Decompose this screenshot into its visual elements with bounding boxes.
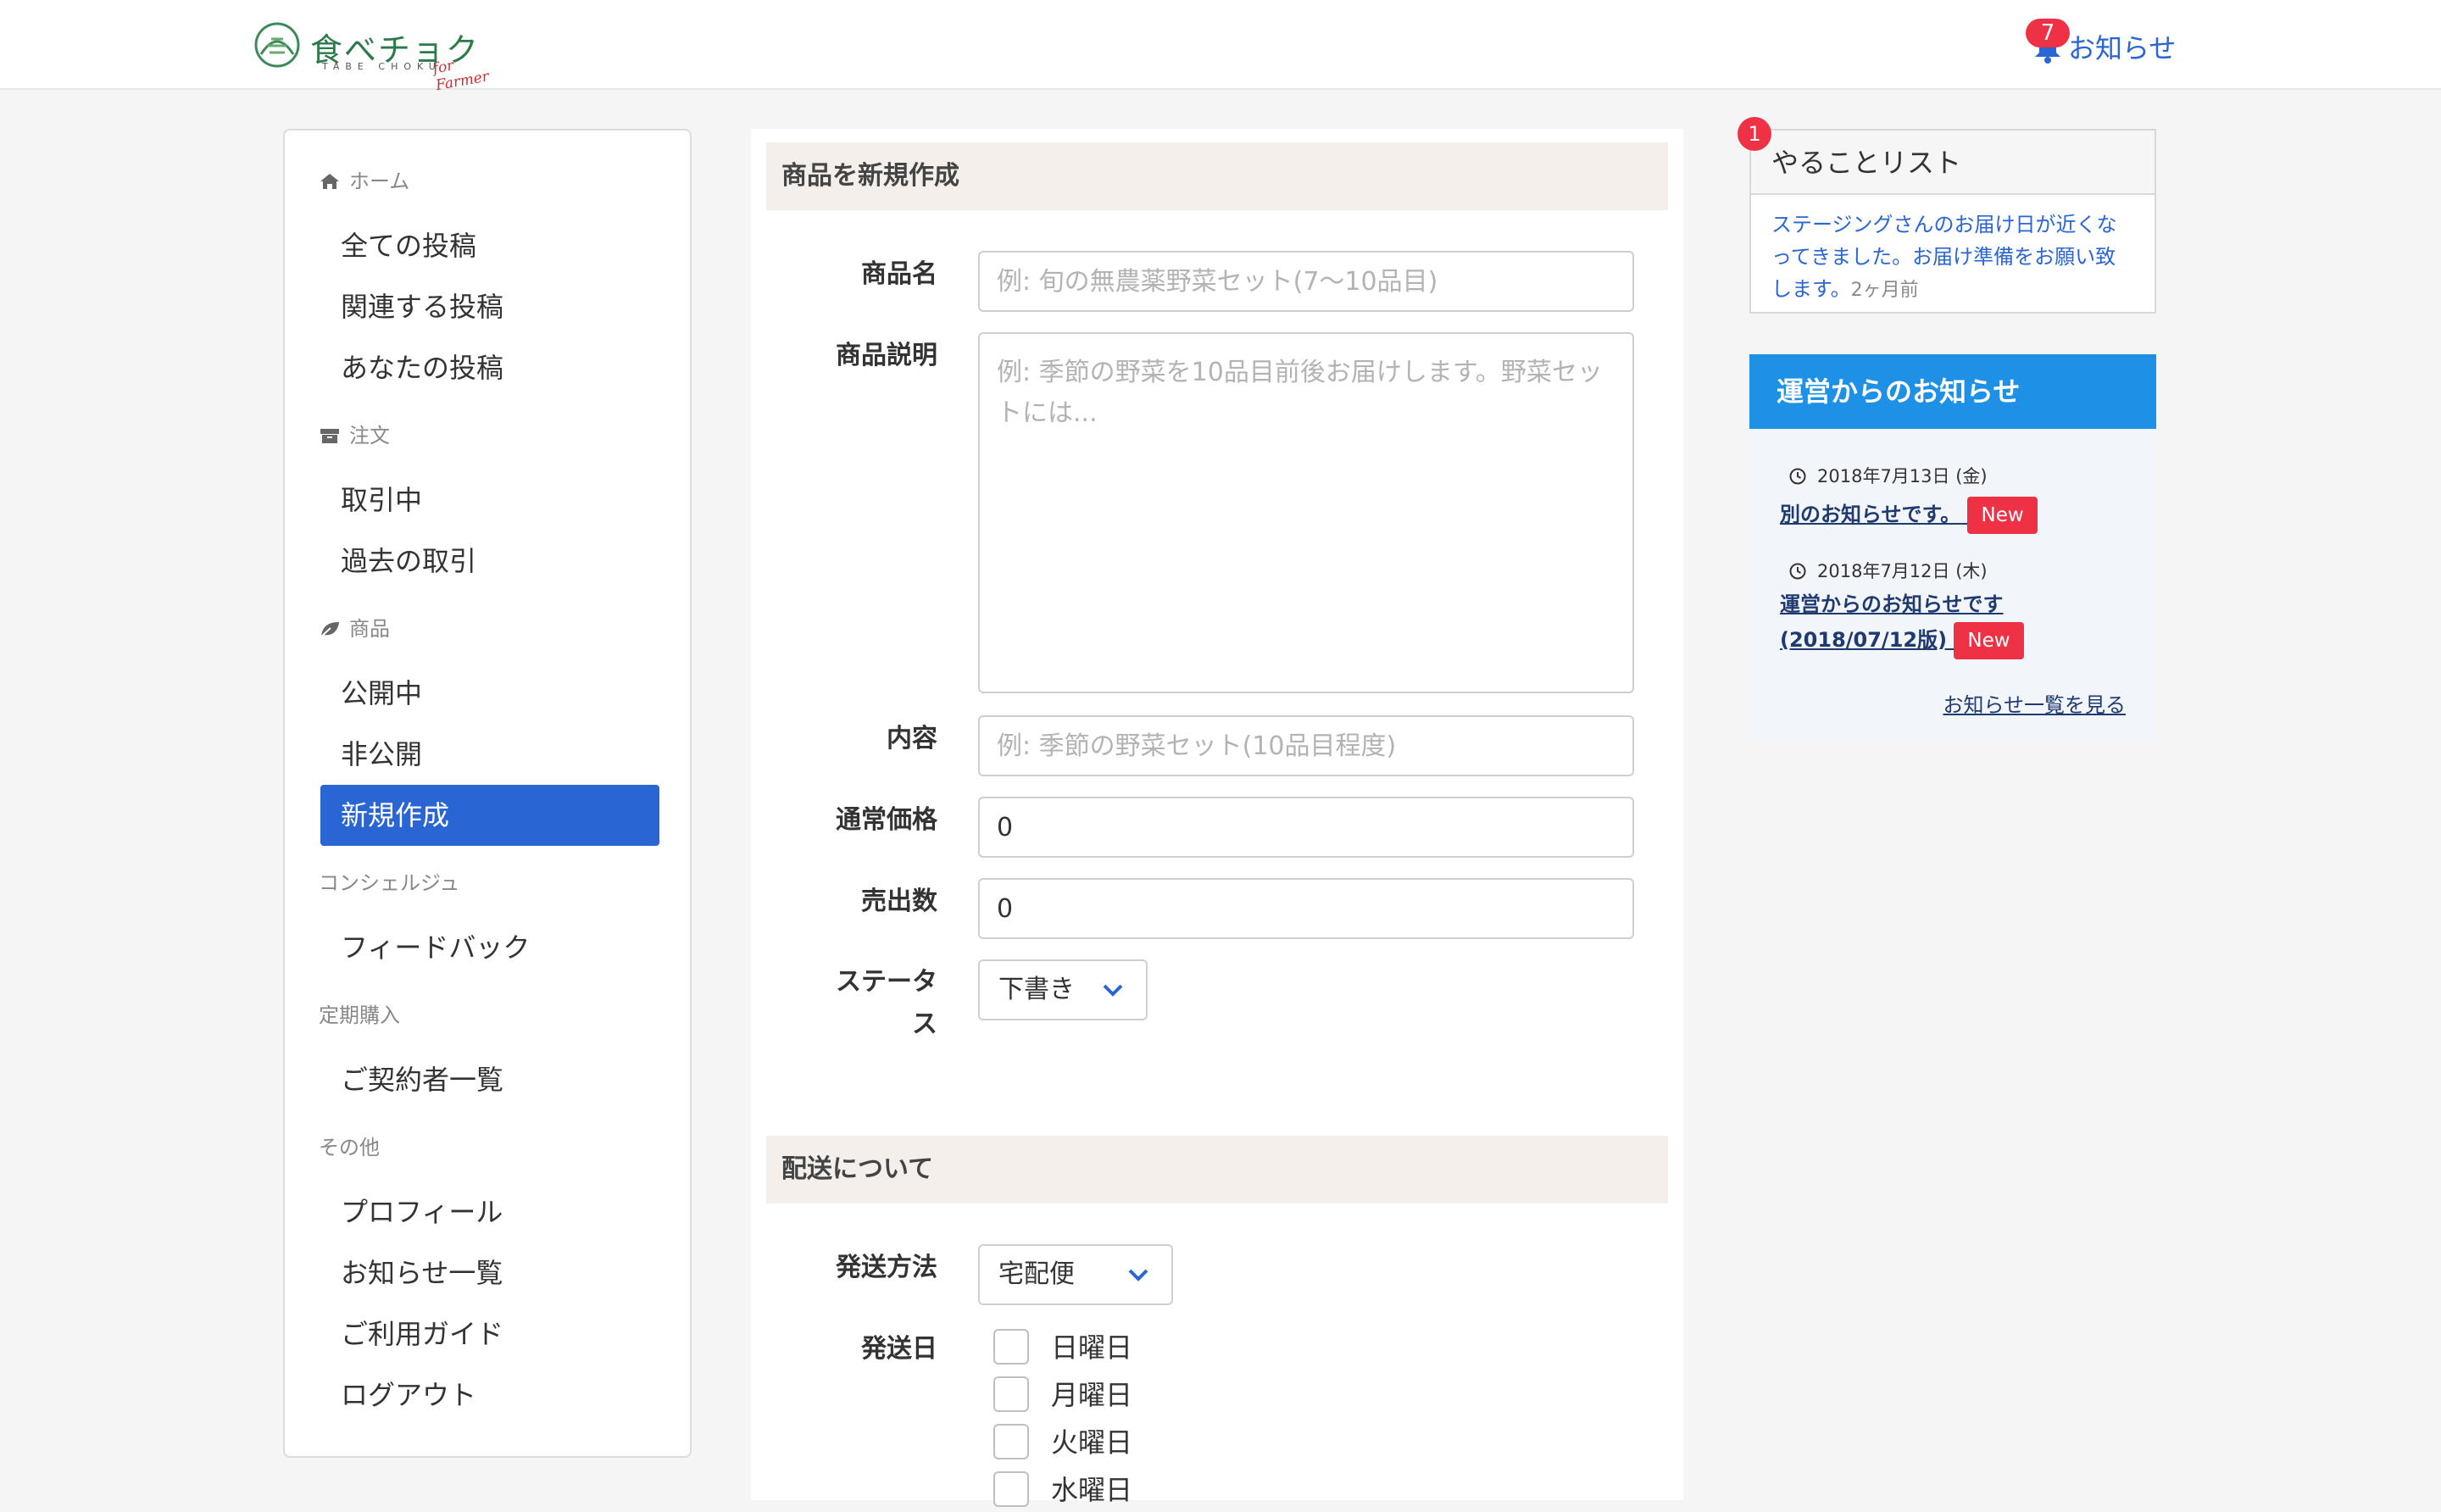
news-title: 運営からのお知らせ bbox=[1749, 354, 2156, 429]
notifications-label: お知らせ bbox=[2068, 32, 2177, 64]
news-date: 2018年7月12日 (木) bbox=[1788, 558, 1988, 583]
stock-count-label: 売出数 bbox=[861, 887, 937, 916]
product-description-textarea[interactable] bbox=[978, 332, 1634, 693]
checkbox[interactable] bbox=[993, 1471, 1029, 1507]
status-label: ステータス bbox=[836, 967, 937, 1039]
shipping-method-select[interactable]: 宅配便 bbox=[978, 1244, 1173, 1305]
logo-text-en: TABE CHOKU bbox=[322, 61, 442, 72]
sidebar-item-published[interactable]: 公開中 bbox=[320, 663, 659, 724]
sidebar-section-order: 注文 bbox=[319, 419, 390, 448]
sidebar-item-all-posts[interactable]: 全ての投稿 bbox=[320, 215, 659, 276]
box-icon bbox=[320, 429, 339, 443]
sidebar-section-other: その他 bbox=[319, 1136, 380, 1159]
notifications-count-badge: 7 bbox=[2026, 19, 2070, 47]
sidebar-item-past[interactable]: 過去の取引 bbox=[320, 531, 659, 592]
news-item-link[interactable]: 別のお知らせです。 New bbox=[1780, 497, 2102, 534]
chevron-down-icon bbox=[1103, 984, 1123, 997]
checkbox-label: 水曜日 bbox=[1051, 1474, 1133, 1506]
home-icon bbox=[320, 174, 339, 189]
section-title-shipping: 配送について bbox=[766, 1136, 1668, 1203]
checkbox[interactable] bbox=[993, 1376, 1029, 1412]
top-header: 食べチョク TABE CHOKU for Farmer 7 お知らせ bbox=[0, 0, 2441, 94]
clock-icon bbox=[1789, 468, 1806, 485]
sidebar-item-profile[interactable]: プロフィール bbox=[320, 1181, 659, 1242]
news-date-text: 2018年7月12日 (木) bbox=[1817, 561, 1988, 581]
sidebar-section-concierge: コンシェルジュ bbox=[319, 871, 460, 895]
sidebar-section-label: ホーム bbox=[349, 170, 410, 193]
todo-message[interactable]: ステージングさんのお届け日が近くなってきました。お届け準備をお願い致します。 bbox=[1771, 213, 2117, 301]
todo-list-card: やることリスト 1 ステージングさんのお届け日が近くなってきました。お届け準備を… bbox=[1738, 117, 2156, 314]
todo-count-badge: 1 bbox=[1738, 117, 1771, 151]
notifications-button[interactable]: 7 お知らせ bbox=[2026, 19, 2187, 69]
sidebar-section-label: 注文 bbox=[349, 424, 390, 447]
sidebar-item-related-posts[interactable]: 関連する投稿 bbox=[320, 276, 659, 337]
product-name-label: 商品名 bbox=[861, 259, 937, 289]
product-description-label: 商品説明 bbox=[836, 341, 937, 370]
sidebar-section-product: 商品 bbox=[319, 612, 390, 642]
sidebar-item-logout[interactable]: ログアウト bbox=[320, 1365, 659, 1426]
product-form-panel: 商品を新規作成 商品名 商品説明 内容 通常価格 売出数 ステータス 下書き 配… bbox=[751, 129, 1683, 1507]
todo-time: 2ヶ月前 bbox=[1850, 280, 1919, 301]
sidebar-nav: ホーム 全ての投稿 関連する投稿 あなたの投稿 注文 取引中 過去の取引 商品 … bbox=[283, 129, 692, 1458]
regular-price-label: 通常価格 bbox=[836, 805, 937, 835]
checkbox[interactable] bbox=[993, 1329, 1029, 1365]
regular-price-input[interactable] bbox=[978, 797, 1634, 858]
shipping-day-label: 発送日 bbox=[861, 1334, 937, 1364]
sidebar-section-label: 商品 bbox=[349, 617, 390, 641]
leaf-icon bbox=[320, 622, 339, 638]
clock-icon bbox=[1789, 563, 1806, 580]
checkbox-label: 日曜日 bbox=[1051, 1331, 1133, 1364]
sidebar-item-notices[interactable]: お知らせ一覧 bbox=[320, 1242, 659, 1304]
status-select[interactable]: 下書き bbox=[978, 959, 1148, 1020]
news-item-title[interactable]: 別のお知らせです。 bbox=[1780, 503, 1960, 526]
checkbox-label: 月曜日 bbox=[1051, 1379, 1133, 1411]
news-date: 2018年7月13日 (金) bbox=[1788, 463, 1988, 488]
news-list-link[interactable]: お知らせ一覧を見る bbox=[1943, 688, 2126, 718]
stock-count-input[interactable] bbox=[978, 878, 1634, 939]
todo-item[interactable]: ステージングさんのお届け日が近くなってきました。お届け準備をお願い致します。2ヶ… bbox=[1771, 208, 2136, 307]
content-label: 内容 bbox=[887, 724, 937, 753]
chevron-down-icon bbox=[1128, 1269, 1148, 1281]
shipping-method-value: 宅配便 bbox=[998, 1259, 1075, 1289]
sidebar-section-home[interactable]: ホーム bbox=[319, 164, 409, 194]
sidebar-item-new[interactable]: 新規作成 bbox=[320, 785, 659, 846]
news-panel: 2018年7月13日 (金) 別のお知らせです。 New 2018年7月12日 … bbox=[1749, 429, 2156, 741]
sidebar-section-subscription: 定期購入 bbox=[319, 1003, 400, 1027]
tabechoku-logo[interactable]: 食べチョク TABE CHOKU for Farmer bbox=[253, 20, 507, 94]
news-date-text: 2018年7月13日 (金) bbox=[1817, 466, 1988, 486]
news-item-link[interactable]: 運営からのお知らせです(2018/07/12版) New bbox=[1780, 586, 2102, 659]
sidebar-item-unpublished[interactable]: 非公開 bbox=[320, 724, 659, 785]
new-badge: New bbox=[1967, 497, 2038, 534]
sidebar-item-contractors[interactable]: ご契約者一覧 bbox=[320, 1049, 659, 1110]
new-badge: New bbox=[1954, 622, 2024, 659]
product-name-input[interactable] bbox=[978, 251, 1634, 312]
sidebar-item-in-progress[interactable]: 取引中 bbox=[320, 470, 659, 531]
checkbox[interactable] bbox=[993, 1424, 1029, 1459]
status-select-value: 下書き bbox=[998, 975, 1075, 1004]
logo-mark-icon bbox=[254, 22, 300, 68]
checkbox-label: 火曜日 bbox=[1051, 1426, 1133, 1459]
sidebar-item-guide[interactable]: ご利用ガイド bbox=[320, 1304, 659, 1365]
sidebar-item-your-posts[interactable]: あなたの投稿 bbox=[320, 337, 659, 398]
section-title-new-product: 商品を新規作成 bbox=[766, 142, 1668, 210]
shipping-method-label: 発送方法 bbox=[836, 1253, 937, 1282]
sidebar-item-feedback[interactable]: フィードバック bbox=[320, 917, 659, 978]
content-input[interactable] bbox=[978, 715, 1634, 776]
todo-list-title: やることリスト bbox=[1751, 131, 2155, 195]
